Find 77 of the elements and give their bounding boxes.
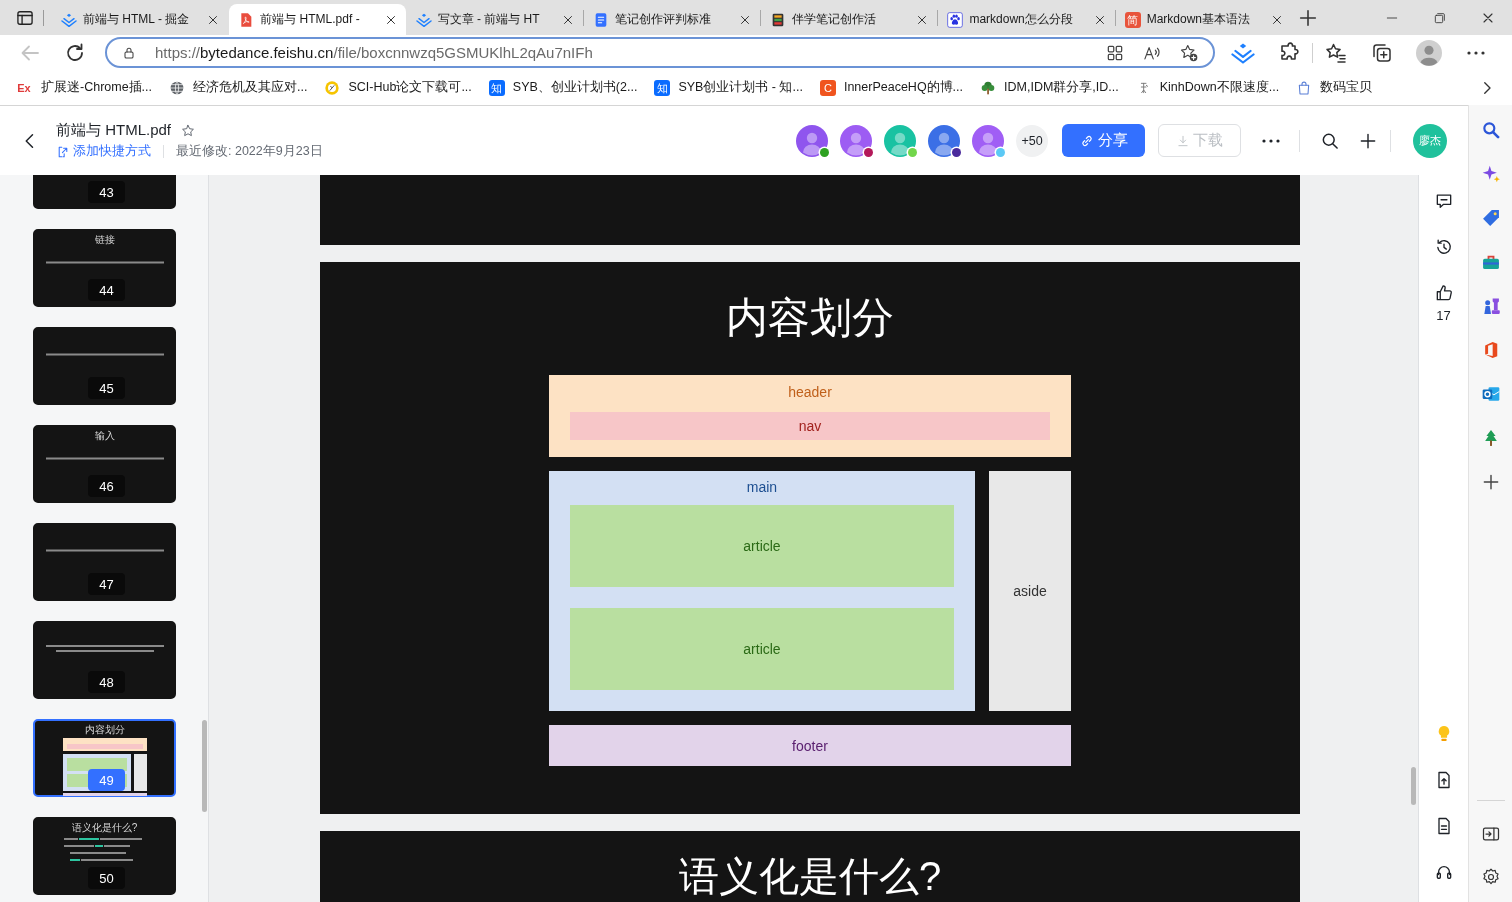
bookmark-link[interactable]: InnerPeaceHQ的博...	[843, 79, 964, 96]
nav-block: nav	[570, 412, 1050, 440]
aside-block: aside	[989, 471, 1071, 711]
page-number: 49	[88, 769, 125, 791]
sparkle-icon[interactable]	[1480, 164, 1501, 184]
address-field[interactable]: https://bytedance.feishu.cn/file/boxcnnwzq5GSMUKlhL2qAu7nIFh	[105, 37, 1215, 68]
site-logo: 简	[1124, 11, 1141, 28]
slide-thumbnail[interactable]: 47	[33, 523, 176, 601]
like-count: 17	[1436, 308, 1451, 324]
add-shortcut-link[interactable]: 添加快捷方式	[73, 143, 151, 160]
article-block: article	[570, 505, 954, 587]
slide-thumbnail[interactable]: 语义化是什么? 50	[33, 817, 176, 895]
slide-title: 内容划分	[726, 293, 894, 343]
page-number: 45	[88, 377, 125, 399]
bookmark-link[interactable]: SYB、创业计划书(2...	[512, 79, 638, 96]
browser-tab[interactable]: 笔记创作评判标准	[583, 4, 761, 35]
download-icon	[1176, 133, 1190, 148]
page-number: 50	[88, 867, 125, 889]
footer-block: footer	[549, 725, 1071, 766]
bookmark-link[interactable]: SCI-Hub论文下载可...	[348, 79, 472, 96]
page-number: 48	[88, 671, 125, 693]
profile-icon[interactable]	[1416, 39, 1442, 66]
slide-thumbnail[interactable]: 内容划分 49	[33, 719, 176, 797]
tree-icon	[980, 79, 997, 96]
page-number: 43	[88, 181, 125, 203]
paw-icon	[947, 11, 964, 28]
thumbnail-title: 内容划分	[84, 724, 125, 736]
browser-tab[interactable]: 写文章 - 前端与 HT	[406, 4, 583, 35]
mail-icon[interactable]	[1480, 384, 1501, 404]
bookmark-link[interactable]: 扩展迷-Chrome插...	[41, 79, 153, 96]
site-logo: 知	[488, 79, 505, 96]
bookmark-link[interactable]: KinhDown不限速度...	[1159, 79, 1280, 96]
site-logo: Ex	[16, 80, 32, 96]
scrollbar-thumb[interactable]	[202, 720, 207, 812]
browser-tab[interactable]: 简 Markdown基本语法	[1115, 4, 1292, 35]
slide-thumbnail[interactable]: 45	[33, 327, 176, 405]
block-label: main	[746, 478, 778, 497]
bookmark-link[interactable]: SYB创业计划书 - 知...	[678, 79, 803, 96]
chevrons-icon	[61, 11, 77, 28]
avatar-icon[interactable]	[796, 124, 828, 157]
bookmark-link[interactable]: IDM,IDM群分享,ID...	[1004, 79, 1119, 96]
share-button[interactable]: 分享	[1062, 124, 1145, 157]
modified-date: 最近修改: 2022年9月23日	[176, 143, 323, 160]
browser-tab[interactable]: markdown怎么分段	[938, 4, 1115, 35]
bookmark-link[interactable]: 数码宝贝	[1320, 79, 1373, 96]
scrollbar-thumb[interactable]	[1411, 767, 1416, 805]
slide-title: 语义化是什么?	[678, 853, 942, 899]
tag-icon[interactable]	[1480, 208, 1501, 228]
shortcut-icon[interactable]	[56, 144, 70, 159]
thumbnail-title: 语义化是什么?	[71, 822, 138, 834]
star-icon[interactable]	[180, 122, 197, 139]
slide-thumbnail[interactable]: 48	[33, 621, 176, 699]
article-block: article	[570, 608, 954, 690]
collaborator-count[interactable]: +50	[1016, 124, 1048, 157]
thumbnail-title: 链接	[94, 234, 115, 246]
browser-tab[interactable]: 前端与 HTML.pdf -	[229, 4, 406, 35]
coin-icon	[324, 79, 341, 96]
page-number: 46	[88, 475, 125, 497]
browser-tab[interactable]: 伴学笔记创作活	[761, 4, 938, 35]
avatar-icon[interactable]	[928, 124, 960, 157]
chevrons-icon	[415, 11, 432, 28]
slide-thumbnail[interactable]: 链接 44	[33, 229, 176, 307]
avatar-icon[interactable]	[840, 124, 872, 157]
site-logo: C	[819, 79, 836, 96]
page-number: 44	[88, 279, 125, 301]
slide-thumbnail[interactable]: 输入 46	[33, 425, 176, 503]
page-number: 47	[88, 573, 125, 595]
block-label: header	[788, 383, 832, 402]
bookmark-link[interactable]: 经济危机及其应对...	[193, 79, 308, 96]
site-logo: 知	[654, 79, 671, 96]
globe-icon	[169, 79, 186, 96]
settings-icon[interactable]	[1480, 867, 1501, 887]
document-title: 前端与 HTML.pdf	[56, 121, 172, 140]
add-favorite-icon[interactable]	[1179, 42, 1199, 63]
browser-tab[interactable]: 前端与 HTML - 掘金	[52, 4, 229, 35]
thumbnail-title: 输入	[94, 430, 115, 442]
slide-thumbnail[interactable]: 43	[33, 175, 176, 209]
